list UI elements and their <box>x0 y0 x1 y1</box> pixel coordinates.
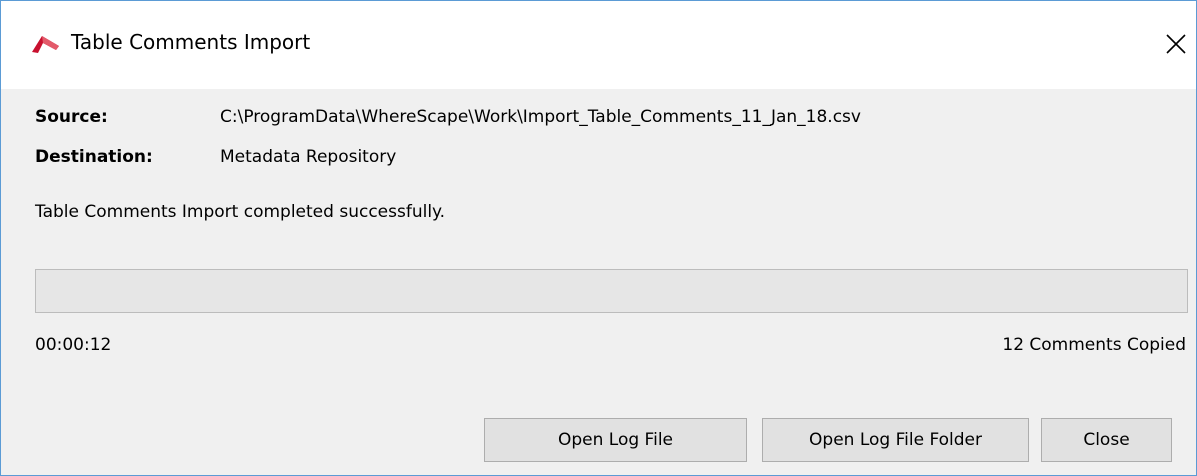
source-label: Source: <box>35 107 108 127</box>
close-icon[interactable] <box>1163 31 1189 57</box>
elapsed-time: 00:00:12 <box>35 335 112 355</box>
title-bar[interactable]: Table Comments Import <box>1 1 1196 89</box>
open-log-file-button[interactable]: Open Log File <box>484 418 747 462</box>
destination-label: Destination: <box>35 147 153 167</box>
progress-bar <box>35 269 1188 313</box>
wherescape-logo-icon <box>31 33 61 55</box>
status-message: Table Comments Import completed successf… <box>35 202 446 222</box>
destination-value: Metadata Repository <box>220 147 397 167</box>
source-value: C:\ProgramData\WhereScape\Work\Import_Ta… <box>220 107 861 127</box>
import-dialog: Table Comments Import Source: C:\Program… <box>0 0 1197 476</box>
close-button[interactable]: Close <box>1041 418 1172 462</box>
open-log-folder-button[interactable]: Open Log File Folder <box>762 418 1029 462</box>
comments-copied-count: 12 Comments Copied <box>1002 335 1186 355</box>
window-title: Table Comments Import <box>71 30 311 54</box>
